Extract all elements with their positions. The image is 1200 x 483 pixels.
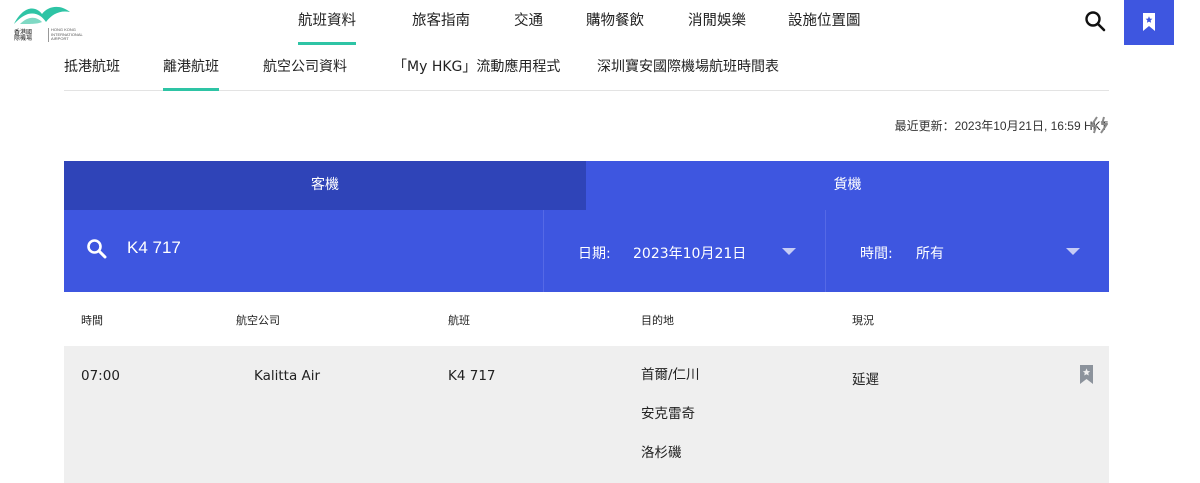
- row-time: 07:00: [81, 368, 120, 384]
- header-airline: 航空公司: [236, 314, 280, 327]
- logo-text-tc: 香港國際機場: [14, 29, 33, 42]
- main-nav-facilities-map[interactable]: 設施位置圖: [788, 0, 861, 45]
- filter-divider: [825, 210, 826, 292]
- header-status: 現況: [852, 314, 874, 327]
- flight-search-input[interactable]: K4 717: [127, 238, 181, 258]
- bookmark-button[interactable]: [1124, 0, 1174, 45]
- filter-bar: K4 717 日期: 2023年10月21日 時間: 所有: [64, 210, 1109, 292]
- search-icon[interactable]: [86, 238, 108, 264]
- bookmark-icon[interactable]: [1080, 365, 1093, 388]
- main-nav-transport[interactable]: 交通: [514, 0, 543, 45]
- main-nav-leisure[interactable]: 消閒娛樂: [688, 0, 746, 45]
- logo-text-en: HONG KONG INTERNATIONAL AIRPORT: [48, 27, 88, 42]
- hkia-logo[interactable]: 香港國際機場 HONG KONG INTERNATIONAL AIRPORT: [12, 2, 84, 42]
- table-header: 時間 航空公司 航班 目的地 現況: [64, 292, 1109, 346]
- sub-nav: 抵港航班 離港航班 航空公司資料 「My HKG」流動應用程式 深圳寶安國際機場…: [64, 45, 1109, 91]
- flight-type-tabs: 客機 貨機: [64, 161, 1109, 210]
- row-airline: Kalitta Air: [254, 368, 321, 384]
- time-select[interactable]: 所有: [916, 243, 944, 263]
- sub-nav-airline-info[interactable]: 航空公司資料: [263, 45, 347, 91]
- row-destination: 安克雷奇: [641, 406, 695, 422]
- row-destination: 首爾/仁川: [641, 367, 700, 383]
- sub-nav-shenzhen-schedule[interactable]: 深圳寶安國際機場航班時間表: [597, 45, 779, 91]
- top-header: 香港國際機場 HONG KONG INTERNATIONAL AIRPORT 航…: [0, 0, 1200, 45]
- row-destinations: 首爾/仁川 安克雷奇 洛杉磯: [641, 368, 700, 483]
- row-flight: K4 717: [448, 368, 496, 384]
- sub-nav-departures[interactable]: 離港航班: [163, 45, 219, 91]
- last-updated-text: 最近更新：2023年10月21日, 16:59 HKT: [894, 119, 1108, 133]
- main-nav-flight-info[interactable]: 航班資料: [298, 0, 356, 45]
- sub-nav-myhkg-app[interactable]: 「My HKG」流動應用程式: [393, 45, 560, 91]
- sub-nav-arrivals[interactable]: 抵港航班: [64, 45, 120, 91]
- time-label: 時間:: [860, 246, 893, 262]
- header-time: 時間: [81, 314, 103, 327]
- filter-divider: [543, 210, 544, 292]
- date-chevron-down-icon[interactable]: [782, 248, 796, 255]
- row-status: 延遲: [852, 372, 879, 388]
- tab-cargo[interactable]: 貨機: [586, 161, 1109, 210]
- refresh-icon[interactable]: [1088, 115, 1110, 135]
- table-row[interactable]: 07:00 Kalitta Air K4 717 首爾/仁川 安克雷奇 洛杉磯 …: [64, 346, 1109, 483]
- date-select[interactable]: 2023年10月21日: [633, 243, 746, 263]
- header-flight: 航班: [448, 314, 470, 327]
- hkia-logo-icon: [14, 6, 70, 25]
- date-label: 日期:: [578, 246, 611, 262]
- tab-passenger[interactable]: 客機: [64, 161, 586, 210]
- search-icon[interactable]: [1082, 8, 1110, 36]
- bookmark-icon: [1143, 13, 1155, 31]
- main-nav-passenger-guide[interactable]: 旅客指南: [412, 0, 470, 45]
- row-destination: 洛杉磯: [641, 445, 682, 461]
- header-destination: 目的地: [641, 314, 674, 327]
- time-chevron-down-icon[interactable]: [1066, 248, 1080, 255]
- main-nav-shop-dine[interactable]: 購物餐飲: [586, 0, 644, 45]
